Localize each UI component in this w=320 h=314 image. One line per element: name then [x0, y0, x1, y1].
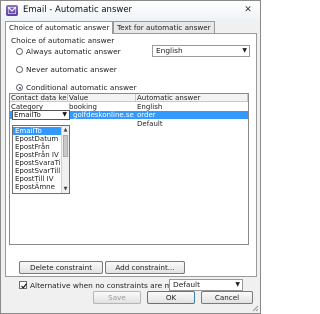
column-header-contact-data-key[interactable]: Contact data key	[10, 94, 68, 102]
table-row-selected[interactable]: EmailTo ▼ golfdeskonline.se order	[10, 110, 248, 120]
dropdown-option[interactable]: EpostFrån	[13, 143, 61, 151]
ok-button[interactable]: OK	[147, 291, 195, 304]
cell-value[interactable]: booking	[68, 103, 136, 111]
resize-grip-icon[interactable]	[251, 304, 259, 312]
tab-choice-of-automatic-answer[interactable]: Choice of automatic answer	[5, 21, 114, 34]
cell-answer[interactable]: English	[136, 103, 248, 111]
close-icon[interactable]: ✕	[241, 4, 255, 17]
alternative-checkbox-row[interactable]: Alternative when no constraints are met	[19, 281, 179, 290]
key-dropdown-list[interactable]: EmailTo EpostDatum EpostFrån EpostFrån I…	[12, 125, 70, 194]
cell-value[interactable]: golfdeskonline.se	[72, 111, 136, 119]
email-automatic-answer-window: Email - Automatic answer ✕ Choice of aut…	[0, 0, 261, 314]
title-bar[interactable]: Email - Automatic answer ✕	[1, 1, 260, 21]
key-select-value: EmailTo	[14, 111, 41, 119]
language-select-value: English	[156, 46, 183, 55]
radio-icon[interactable]	[16, 48, 23, 55]
cancel-button[interactable]: Cancel	[201, 291, 253, 304]
dropdown-option[interactable]: EpostÄmne	[13, 183, 61, 191]
radio-label: Never automatic answer	[26, 65, 117, 74]
radio-label: Always automatic answer	[26, 47, 121, 56]
dropdown-option[interactable]: EpostDatum	[13, 135, 61, 143]
cell-value[interactable]	[68, 120, 136, 128]
dropdown-option[interactable]: EpostSvarTill IV	[13, 167, 69, 175]
radio-label: Conditional automatic answer	[26, 83, 137, 92]
chevron-down-icon[interactable]: ▼	[62, 111, 67, 119]
dropdown-option[interactable]: EpostFrån IV	[13, 151, 61, 159]
column-header-value[interactable]: Value	[68, 94, 136, 102]
dropdown-option[interactable]: EmailTo	[13, 127, 61, 135]
grid-header: Contact data key Value Automatic answer	[10, 94, 248, 102]
dropdown-scrollbar[interactable]: ▲ ▼	[61, 126, 69, 193]
radio-conditional-automatic-answer[interactable]: Conditional automatic answer	[16, 83, 137, 92]
scroll-down-icon[interactable]: ▼	[62, 185, 69, 193]
radio-always-automatic-answer[interactable]: Always automatic answer	[16, 47, 121, 56]
scroll-thumb[interactable]	[63, 135, 68, 157]
default-select[interactable]: Default ▼	[169, 279, 243, 291]
checkbox-icon[interactable]	[19, 281, 27, 289]
section-title: Choice of automatic answer	[11, 36, 115, 45]
alternative-label: Alternative when no constraints are met	[30, 281, 180, 290]
email-app-icon	[6, 5, 18, 16]
add-constraint-button[interactable]: Add constraint...	[105, 261, 185, 274]
dropdown-option[interactable]: EpostTill IV	[13, 175, 61, 183]
save-button[interactable]: Save	[93, 291, 141, 304]
cell-answer[interactable]: Default	[136, 120, 248, 128]
delete-constraint-button[interactable]: Delete constraint	[19, 261, 103, 274]
column-header-automatic-answer[interactable]: Automatic answer	[136, 94, 248, 102]
window-title: Email - Automatic answer	[23, 5, 133, 15]
tab-text-for-automatic-answer[interactable]: Text for automatic answer	[113, 21, 215, 33]
language-select[interactable]: English ▼	[152, 45, 250, 57]
dropdown-option[interactable]: EpostSvaraTill	[13, 159, 64, 167]
chevron-down-icon[interactable]: ▼	[242, 46, 247, 56]
radio-icon[interactable]	[16, 66, 23, 73]
chevron-down-icon[interactable]: ▼	[235, 280, 240, 290]
key-select[interactable]: EmailTo ▼	[12, 110, 70, 120]
scroll-up-icon[interactable]: ▲	[62, 126, 69, 134]
cell-answer[interactable]: order	[136, 111, 248, 119]
radio-icon[interactable]	[16, 84, 23, 91]
radio-never-automatic-answer[interactable]: Never automatic answer	[16, 65, 117, 74]
default-select-value: Default	[173, 280, 201, 289]
